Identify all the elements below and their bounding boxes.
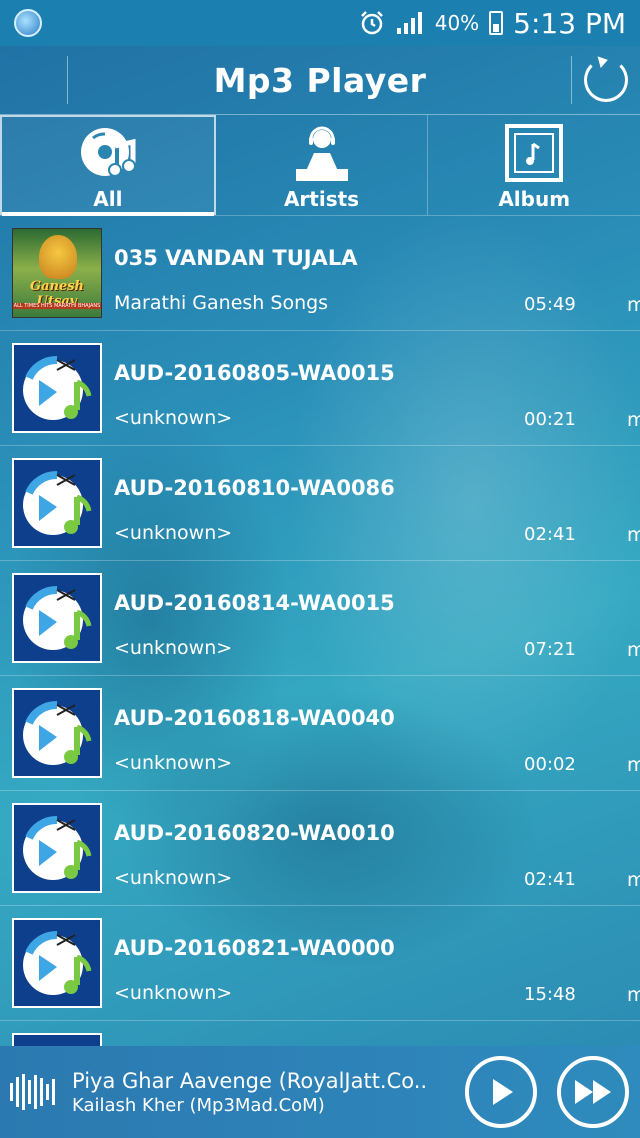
page-title: Mp3 Player [213, 60, 427, 100]
audio-cutter-icon [12, 343, 102, 433]
song-artist: Marathi Ganesh Songs [114, 292, 329, 314]
song-format: mp3 [627, 754, 640, 776]
song-artist: <unknown> [114, 407, 233, 429]
clock: 5:13 PM [513, 6, 626, 40]
song-format: mp3 [627, 409, 640, 431]
dj-icon [292, 123, 352, 183]
song-format: mp3 [627, 524, 640, 546]
song-title: AUD-20160820-WA0010 [114, 821, 395, 845]
audio-cutter-icon [12, 1033, 102, 1046]
song-row[interactable]: AUD-20160810-WA0086 <unknown> 02:41 mp3 [0, 446, 640, 561]
song-format: mp3 [627, 294, 640, 316]
song-row[interactable]: AUD-20160805-WA0015 <unknown> 00:21 mp3 [0, 331, 640, 446]
song-duration: 15:48 [524, 984, 576, 1005]
song-row[interactable]: Ganesh Utsav ALL TIMES HITS MARATHI BHAJ… [0, 216, 640, 331]
now-playing-title: Piya Ghar Aavenge (RoyalJatt.Co.. [72, 1068, 428, 1093]
now-playing-artist: Kailash Kher (Mp3Mad.CoM) [72, 1094, 325, 1116]
song-duration: 07:21 [524, 639, 576, 660]
now-playing-bar[interactable]: Piya Ghar Aavenge (RoyalJatt.Co.. Kailas… [0, 1046, 640, 1138]
now-playing-info: Piya Ghar Aavenge (RoyalJatt.Co.. Kailas… [72, 1069, 452, 1116]
song-row[interactable]: AUD-20160821-WA0000 <unknown> 15:48 mp3 [0, 906, 640, 1021]
audio-cutter-icon [12, 573, 102, 663]
alarm-icon [360, 11, 383, 35]
refresh-button[interactable] [584, 58, 628, 102]
fast-forward-icon [575, 1080, 611, 1104]
play-icon [493, 1079, 513, 1105]
song-title: AUD-20160814-WA0015 [114, 591, 395, 615]
song-list: Ganesh Utsav ALL TIMES HITS MARATHI BHAJ… [0, 216, 640, 1046]
song-format: mp3 [627, 639, 640, 661]
song-row[interactable]: AUD-20160814-WA0015 <unknown> 07:21 mp3 [0, 561, 640, 676]
tab-artists[interactable]: Artists [216, 115, 429, 215]
song-duration: 00:21 [524, 409, 576, 430]
song-row[interactable]: AUD-20160820-WA0010 <unknown> 02:41 mp3 [0, 791, 640, 906]
audio-cutter-icon [12, 803, 102, 893]
battery-percent: 40% [434, 11, 480, 35]
song-duration: 05:49 [524, 294, 576, 315]
notification-app-icon [14, 9, 42, 37]
song-artist: <unknown> [114, 982, 233, 1004]
divider [67, 56, 68, 104]
signal-icon [396, 12, 422, 34]
audio-cutter-icon [12, 688, 102, 778]
song-format: mp3 [627, 869, 640, 891]
song-duration: 02:41 [524, 524, 576, 545]
audio-cutter-icon [12, 918, 102, 1008]
song-title: 035 VANDAN TUJALA [114, 246, 358, 270]
divider [571, 56, 572, 104]
song-duration: 02:41 [524, 869, 576, 890]
tab-label: Album [498, 187, 571, 211]
play-button[interactable] [465, 1056, 537, 1128]
app-header: Mp3 Player [0, 46, 640, 114]
tab-label: All [93, 187, 123, 211]
song-artist: <unknown> [114, 637, 233, 659]
song-title: AUD-20160805-WA0015 [114, 361, 395, 385]
ganesh-album-art: Ganesh Utsav ALL TIMES HITS MARATHI BHAJ… [12, 228, 102, 318]
song-artist: <unknown> [114, 867, 233, 889]
next-button[interactable] [557, 1056, 629, 1128]
disc-music-icon [78, 123, 138, 183]
tab-all[interactable]: All [0, 115, 216, 216]
audio-cutter-icon [12, 458, 102, 548]
equalizer-icon [10, 1072, 62, 1112]
song-duration: 00:02 [524, 754, 576, 775]
song-artist: <unknown> [114, 522, 233, 544]
song-title: AUD-20160821-WA0000 [114, 936, 395, 960]
song-row-partial[interactable] [0, 1021, 640, 1046]
song-title: AUD-20160818-WA0040 [114, 706, 395, 730]
tab-label: Artists [283, 187, 360, 211]
album-icon [504, 123, 564, 183]
song-title: AUD-20160810-WA0086 [114, 476, 395, 500]
song-format: mp3 [627, 984, 640, 1006]
tab-bar: All Artists Album [0, 114, 640, 216]
battery-icon [489, 11, 504, 35]
status-bar: 40% 5:13 PM [0, 0, 640, 46]
tab-album[interactable]: Album [428, 115, 640, 215]
song-artist: <unknown> [114, 752, 233, 774]
song-row[interactable]: AUD-20160818-WA0040 <unknown> 00:02 mp3 [0, 676, 640, 791]
